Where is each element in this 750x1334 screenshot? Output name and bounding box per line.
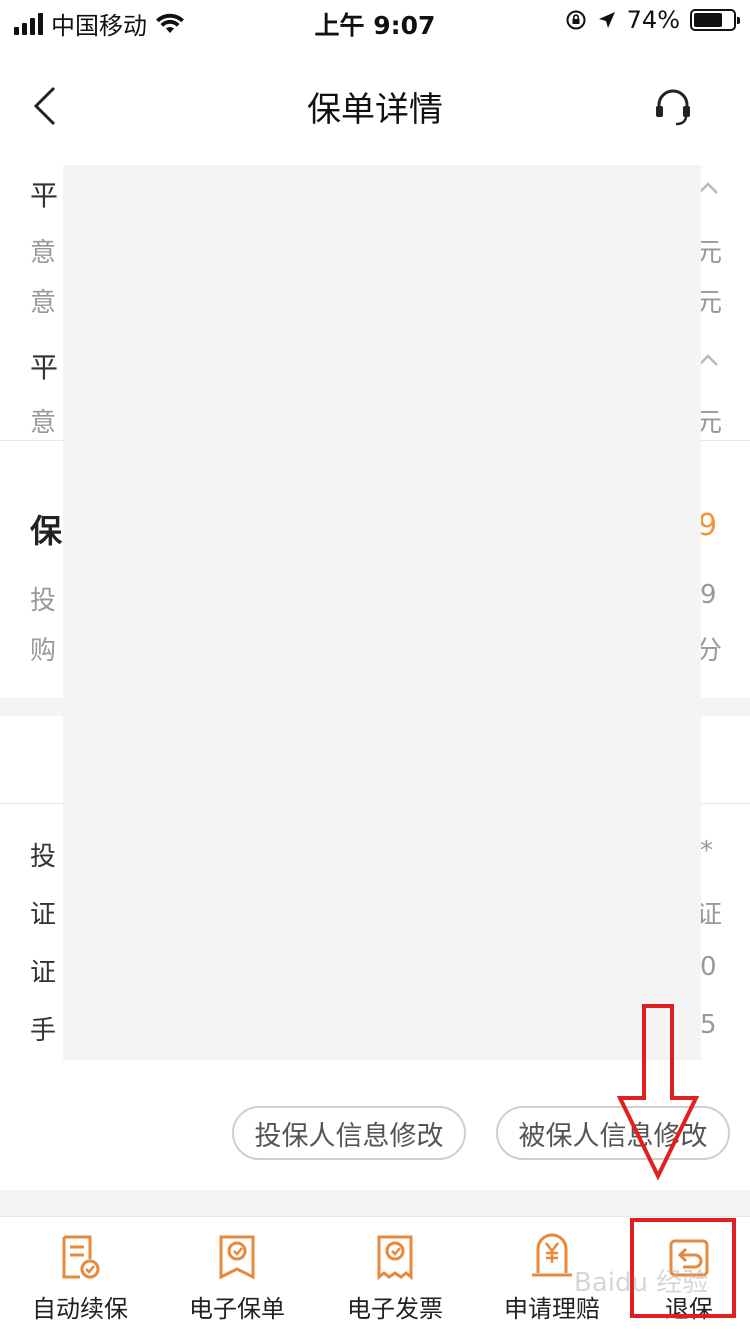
holder-info-label: 证	[30, 900, 57, 930]
location-icon	[598, 12, 615, 28]
annotation-arrow-icon	[616, 1004, 700, 1180]
tab-label: 电子保单	[189, 1295, 285, 1323]
holder-info-value: 5	[700, 1010, 717, 1040]
policy-info-value: 9	[700, 580, 717, 610]
battery-percent: 74%	[626, 6, 680, 34]
auto-renew-icon	[62, 1235, 100, 1279]
status-right: 74%	[565, 6, 740, 34]
coverage-item-label: 意	[30, 288, 57, 318]
coverage-item-label: 意	[30, 408, 57, 438]
holder-info-value: 0	[700, 952, 717, 982]
edit-policyholder-button[interactable]: 投保人信息修改	[232, 1106, 466, 1160]
holder-info-label: 投	[30, 842, 57, 872]
nav-bar: 保单详情	[0, 60, 750, 152]
coverage-item-label: 意	[30, 238, 57, 268]
policy-info-label: 购	[30, 636, 57, 666]
tab-e-invoice[interactable]: 电子发票	[320, 1217, 470, 1334]
claim-icon	[532, 1233, 572, 1277]
headset-icon[interactable]	[652, 86, 694, 128]
signal-icon	[14, 12, 43, 35]
tab-label: 电子发票	[347, 1295, 443, 1323]
holder-info-value: *	[700, 836, 713, 866]
battery-fill	[694, 13, 723, 27]
page-title: 保单详情	[307, 90, 443, 130]
coverage-plan-name: 平	[30, 179, 59, 212]
e-invoice-icon	[377, 1235, 413, 1281]
tab-e-policy[interactable]: 电子保单	[162, 1217, 312, 1334]
rotation-lock-icon	[566, 10, 586, 30]
tab-label: 申请理赔	[504, 1295, 600, 1323]
status-bar: 中国移动 上午 9:07 74%	[0, 0, 750, 40]
status-left: 中国移动	[14, 6, 185, 41]
tab-auto-renew[interactable]: 自动续保	[5, 1217, 155, 1334]
policy-info-label: 投	[30, 586, 57, 616]
tab-label: 自动续保	[32, 1295, 128, 1323]
annotation-highlight-box	[630, 1218, 736, 1318]
holder-info-label: 证	[30, 958, 57, 988]
e-policy-icon	[219, 1235, 255, 1280]
coverage-plan-name: 平	[30, 351, 59, 384]
carrier-name: 中国移动	[51, 12, 147, 40]
tab-claim[interactable]: 申请理赔	[477, 1217, 627, 1334]
holder-info-label: 手	[30, 1016, 57, 1046]
wifi-icon	[156, 13, 184, 33]
section-gap	[0, 1190, 750, 1216]
chevron-left-icon[interactable]	[24, 82, 68, 130]
battery-icon	[690, 9, 740, 31]
privacy-cover	[63, 165, 701, 1060]
premium-label: 保	[30, 512, 63, 550]
